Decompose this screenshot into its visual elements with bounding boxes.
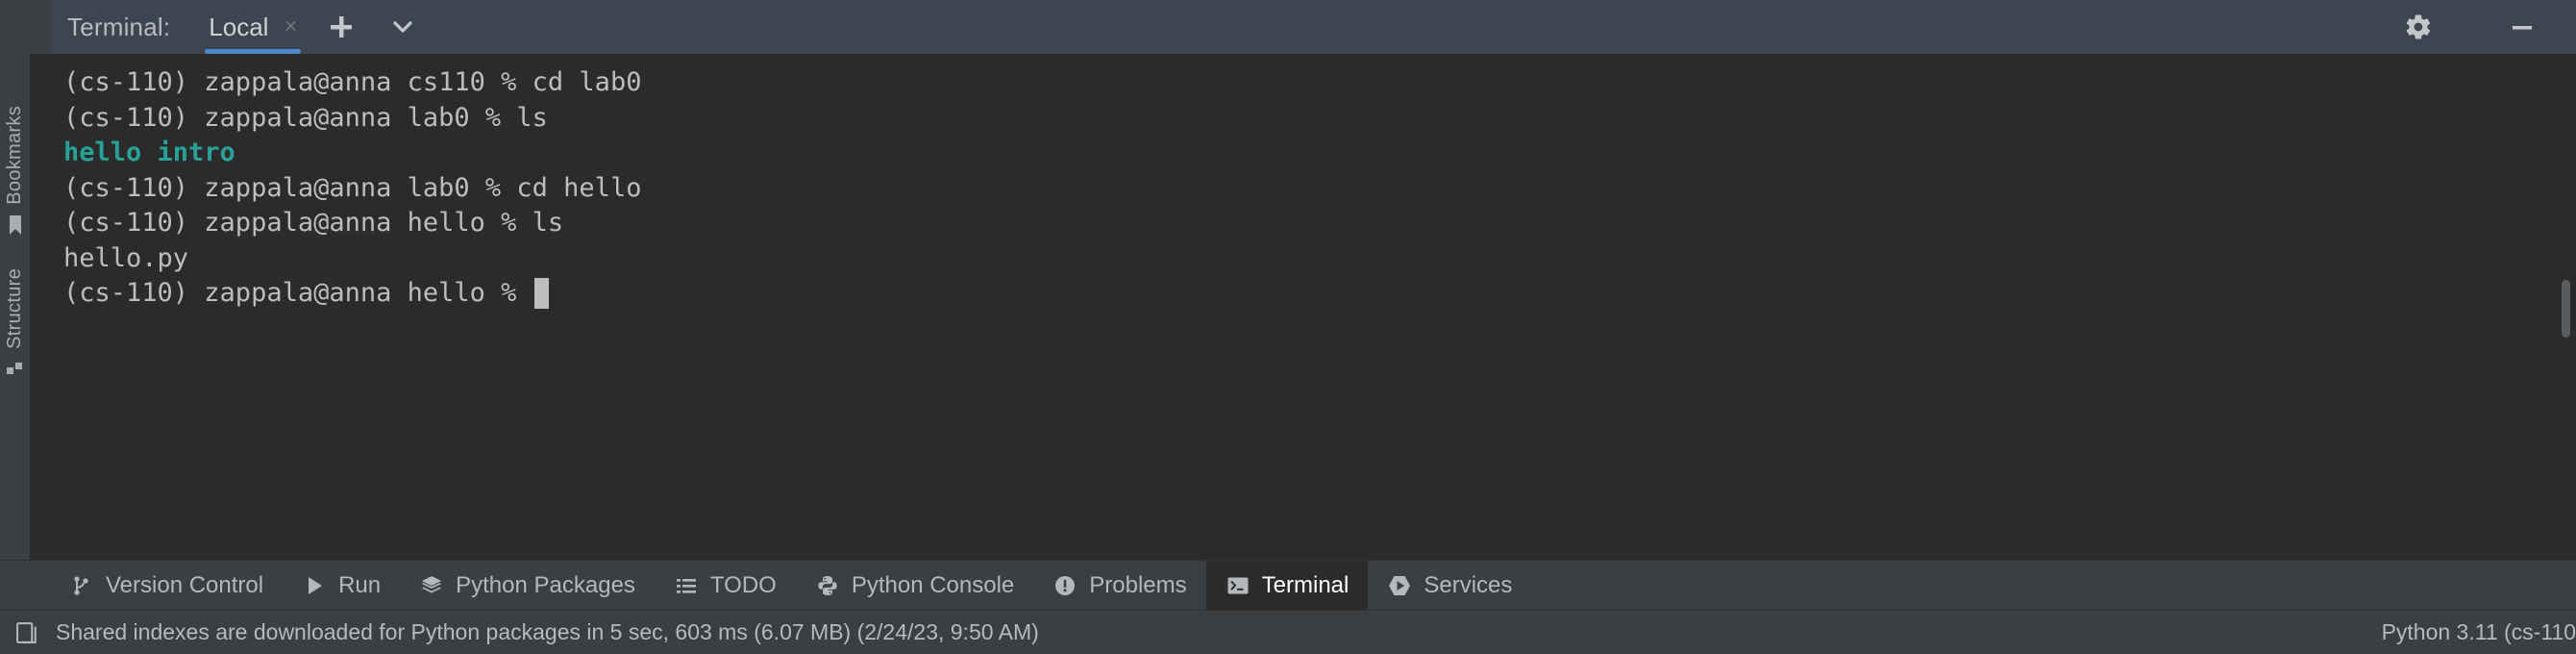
warning-icon	[1053, 573, 1077, 598]
terminal-prompt-line: (cs-110) zappala@anna hello %	[31, 276, 2576, 312]
tool-button-services-label: Services	[1424, 572, 1512, 599]
terminal-line: (cs-110) zappala@anna cs110 % cd lab0	[31, 65, 2576, 101]
terminal-line: (cs-110) zappala@anna hello % ls	[31, 206, 2576, 241]
tool-button-python-console[interactable]: Python Console	[796, 561, 1033, 610]
terminal-cursor	[534, 278, 549, 309]
terminal-body: Bookmarks Structure (cs-110) zappa	[0, 54, 2576, 560]
header-left-gutter	[0, 0, 50, 54]
tool-button-todo[interactable]: TODO	[655, 561, 796, 610]
tool-button-run[interactable]: Run	[283, 561, 400, 610]
terminal-line-directories: hello intro	[31, 136, 2576, 171]
play-icon	[302, 573, 327, 598]
toolbar-left-gutter	[0, 561, 50, 610]
tool-button-problems[interactable]: Problems	[1033, 561, 1205, 610]
minimize-icon	[2508, 13, 2537, 41]
packages-icon	[419, 573, 444, 598]
python-icon	[815, 573, 840, 598]
minimize-button[interactable]	[2501, 6, 2543, 48]
services-icon	[1387, 573, 1412, 598]
tool-button-services[interactable]: Services	[1368, 561, 1531, 610]
plus-icon	[327, 13, 356, 41]
terminal-line: (cs-110) zappala@anna lab0 % ls	[31, 101, 2576, 137]
tool-button-version-control-label: Version Control	[106, 572, 263, 599]
left-tool-rail: Bookmarks Structure	[0, 54, 31, 560]
tool-window-bar: Version Control Run Python Packages	[0, 560, 2576, 610]
bookmark-icon	[7, 214, 24, 236]
ide-terminal-window: Terminal: Local ×	[0, 0, 2576, 654]
settings-button[interactable]	[2397, 6, 2440, 48]
status-bar: Shared indexes are downloaded for Python…	[0, 610, 2576, 654]
terminal-icon	[1226, 573, 1251, 598]
add-tab-button[interactable]	[320, 6, 362, 48]
tool-button-python-packages-label: Python Packages	[456, 572, 635, 599]
chevron-down-icon	[388, 13, 417, 41]
interpreter-selector[interactable]: Python 3.11 (cs-110	[2382, 619, 2576, 645]
sidebar-item-bookmarks-label: Bookmarks	[4, 106, 26, 205]
terminal-scrollbar[interactable]	[2562, 280, 2570, 338]
indexes-icon[interactable]	[13, 619, 40, 646]
terminal-prompt: (cs-110) zappala@anna hello %	[63, 276, 533, 312]
tab-local[interactable]: Local ×	[205, 0, 301, 54]
sidebar-item-structure-label: Structure	[4, 268, 26, 349]
gear-icon	[2404, 13, 2433, 41]
tool-button-version-control[interactable]: Version Control	[50, 561, 283, 610]
terminal-title: Terminal:	[67, 13, 170, 42]
status-message: Shared indexes are downloaded for Python…	[56, 619, 1039, 645]
tool-button-python-console-label: Python Console	[852, 572, 1014, 599]
tool-button-todo-label: TODO	[710, 572, 777, 599]
tool-button-problems-label: Problems	[1089, 572, 1186, 599]
terminal-line: (cs-110) zappala@anna lab0 % cd hello	[31, 171, 2576, 207]
tab-local-label: Local	[209, 13, 268, 42]
terminal-header-bar: Terminal: Local ×	[0, 0, 2576, 54]
status-left-group: Shared indexes are downloaded for Python…	[0, 619, 1039, 646]
tool-button-python-packages[interactable]: Python Packages	[400, 561, 655, 610]
terminal-line: hello.py	[31, 241, 2576, 277]
tool-button-run-label: Run	[338, 572, 381, 599]
header-right-controls	[2378, 6, 2543, 48]
close-icon[interactable]: ×	[284, 15, 297, 38]
list-icon	[674, 573, 699, 598]
branch-icon	[69, 573, 94, 598]
tool-button-terminal-label: Terminal	[1262, 572, 1350, 599]
sidebar-item-structure[interactable]: Structure	[4, 268, 26, 378]
structure-icon	[6, 359, 25, 378]
sidebar-item-bookmarks[interactable]: Bookmarks	[4, 106, 26, 236]
tab-options-dropdown-button[interactable]	[382, 6, 424, 48]
terminal-output-area[interactable]: (cs-110) zappala@anna cs110 % cd lab0 (c…	[31, 54, 2576, 560]
tool-button-terminal[interactable]: Terminal	[1206, 561, 1369, 610]
